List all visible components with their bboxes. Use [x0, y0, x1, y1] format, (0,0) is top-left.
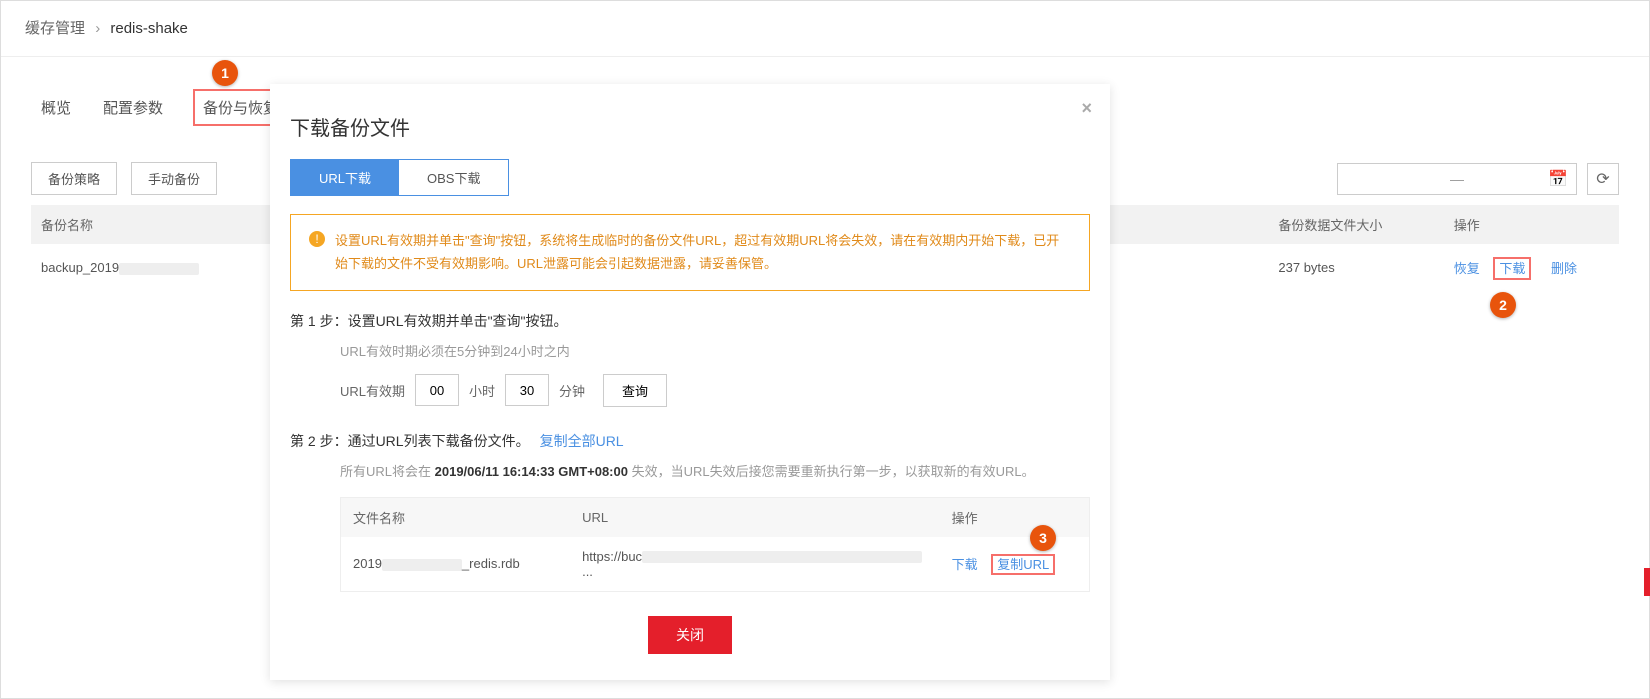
cell-size: 237 bytes	[1268, 244, 1443, 291]
date-range-picker[interactable]: — 📅	[1337, 163, 1577, 195]
file-row: 2019 _redis.rdb https://buc... 下载 复制URL	[341, 537, 1089, 591]
col-file-ops: 操作	[940, 498, 1089, 537]
file-download-link[interactable]: 下载	[952, 557, 978, 572]
expire-prefix: 所有URL将会在	[340, 464, 431, 479]
hours-unit: 小时	[469, 381, 495, 400]
refresh-icon: ⟳	[1596, 169, 1609, 189]
step-2-label: 第 2 步：通过URL列表下载备份文件。	[290, 431, 530, 451]
calendar-icon: 📅	[1548, 169, 1568, 189]
col-file-url: URL	[570, 498, 940, 537]
col-ops: 操作	[1444, 205, 1619, 244]
tab-url-download[interactable]: URL下载	[291, 160, 399, 195]
file-name-suffix: _redis.rdb	[462, 556, 520, 571]
redacted	[119, 263, 199, 275]
file-url-prefix: https://buc	[582, 549, 642, 564]
expiry-form: URL有效期 小时 分钟 查询	[340, 374, 1090, 407]
step-1-label: 第 1 步：设置URL有效期并单击"查询"按钮。	[290, 311, 1090, 331]
tab-obs-download[interactable]: OBS下载	[399, 160, 508, 195]
expire-time: 2019/06/11 16:14:33 GMT+08:00	[435, 464, 628, 479]
breadcrumb: 缓存管理 › redis-shake	[1, 1, 1649, 48]
close-button[interactable]: 关闭	[648, 616, 732, 654]
minutes-unit: 分钟	[559, 381, 585, 400]
callout-badge-3: 3	[1030, 525, 1056, 551]
modal-title: 下载备份文件	[270, 84, 1110, 159]
backup-name-prefix: backup_2019	[41, 260, 119, 275]
download-mode-tabs: URL下载 OBS下载	[290, 159, 509, 196]
breadcrumb-sep: ›	[95, 20, 100, 37]
file-url-cell: https://buc...	[570, 537, 940, 591]
tab-overview[interactable]: 概览	[39, 93, 73, 122]
expiry-label: URL有效期	[340, 381, 405, 400]
callout-badge-2: 2	[1490, 292, 1516, 318]
restore-link[interactable]: 恢复	[1454, 261, 1480, 276]
download-backup-modal: × 下载备份文件 URL下载 OBS下载 ! 设置URL有效期并单击"查询"按钮…	[270, 84, 1110, 680]
breadcrumb-current: redis-shake	[110, 20, 188, 37]
file-ops-cell: 下载 复制URL	[940, 537, 1089, 591]
step-1-hint: URL有效时期必须在5分钟到24小时之内	[340, 341, 1090, 360]
download-link[interactable]: 下载	[1493, 257, 1531, 280]
refresh-button[interactable]: ⟳	[1587, 163, 1619, 195]
redacted	[382, 559, 462, 571]
callout-badge-1: 1	[212, 60, 238, 86]
file-url-table: 文件名称 URL 操作 2019 _redis.rdb https://buc..…	[341, 498, 1089, 591]
warning-icon: !	[309, 231, 325, 247]
manual-backup-button[interactable]: 手动备份	[131, 162, 217, 195]
warning-alert: ! 设置URL有效期并单击"查询"按钮，系统将生成临时的备份文件URL，超过有效…	[290, 214, 1090, 291]
minutes-input[interactable]	[505, 374, 549, 406]
delete-link[interactable]: 删除	[1551, 261, 1577, 276]
date-range-placeholder: —	[1450, 171, 1464, 187]
expiry-notice: 所有URL将会在 2019/06/11 16:14:33 GMT+08:00 失…	[340, 461, 1090, 483]
file-name-cell: 2019 _redis.rdb	[341, 537, 570, 591]
copy-all-url-link[interactable]: 复制全部URL	[540, 431, 624, 451]
close-icon[interactable]: ×	[1081, 98, 1092, 119]
file-name-prefix: 2019	[353, 556, 382, 571]
warning-text: 设置URL有效期并单击"查询"按钮，系统将生成临时的备份文件URL，超过有效期U…	[335, 229, 1071, 276]
expire-suffix: 失效，当URL失效后接您需要重新执行第一步，以获取新的有效URL。	[632, 464, 1035, 479]
hours-input[interactable]	[415, 374, 459, 406]
tab-params[interactable]: 配置参数	[101, 93, 165, 122]
col-file-name: 文件名称	[341, 498, 570, 537]
query-button[interactable]: 查询	[603, 374, 667, 407]
breadcrumb-parent[interactable]: 缓存管理	[25, 20, 85, 37]
col-size: 备份数据文件大小	[1268, 205, 1443, 244]
cell-ops: 恢复 下载 删除	[1444, 244, 1619, 291]
redacted	[642, 551, 922, 563]
backup-strategy-button[interactable]: 备份策略	[31, 162, 117, 195]
file-copy-url-link[interactable]: 复制URL	[991, 554, 1055, 575]
scroll-indicator	[1644, 568, 1650, 596]
